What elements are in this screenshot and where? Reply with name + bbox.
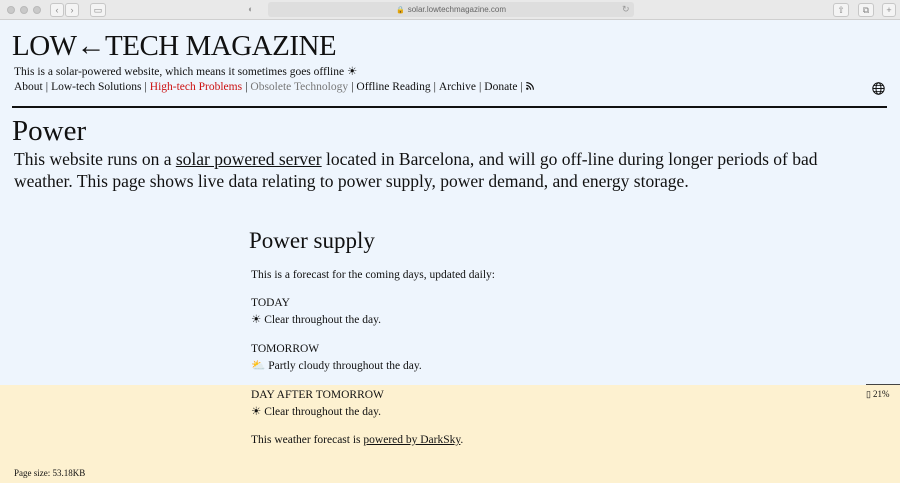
darksky-link[interactable]: powered by DarkSky	[363, 434, 460, 446]
forecast-day: TODAY	[251, 297, 290, 309]
lock-icon: 🔒	[396, 7, 405, 14]
reader-icon[interactable]: ◐	[248, 4, 253, 14]
site-tagline: This is a solar-powered website, which m…	[14, 66, 358, 78]
nav-separator: |	[144, 81, 147, 93]
window-minimize-button[interactable]	[20, 6, 28, 14]
forecast-credit: This weather forecast is powered by Dark…	[251, 432, 463, 448]
main-nav: About | Low-tech Solutions | High-tech Probl…	[14, 81, 534, 93]
section-heading: Power supply	[249, 228, 375, 253]
back-button[interactable]: ‹	[50, 3, 64, 17]
intro-text: This website runs on a	[14, 149, 176, 169]
battery-icon: ▯	[866, 389, 871, 399]
address-bar[interactable]: 🔒 solar.lowtechmagazine.com	[268, 2, 634, 17]
window-close-button[interactable]	[7, 6, 15, 14]
nav-separator: |	[478, 81, 482, 93]
rss-icon[interactable]	[525, 81, 534, 93]
reload-icon[interactable]: ↻	[622, 4, 630, 15]
battery-level-marker	[866, 384, 900, 385]
forecast-tomorrow: TOMORROW ⛅ Partly cloudy throughout the …	[251, 341, 422, 374]
nav-separator: |	[245, 81, 248, 93]
battery-percent: 21%	[872, 389, 890, 399]
forecast-condition: Partly cloudy throughout the day.	[268, 360, 422, 372]
nav-item-obsolete-technology[interactable]: Obsolete Technology	[250, 81, 348, 93]
credit-text: .	[460, 434, 464, 446]
forecast-description: This is a forecast for the coming days, …	[251, 269, 495, 281]
battery-indicator: ▯ 21%	[866, 389, 889, 400]
header-divider	[12, 106, 887, 108]
nav-item-low-tech-solutions[interactable]: Low-tech Solutions	[51, 81, 141, 93]
partly-cloudy-icon: ⛅	[251, 360, 266, 372]
site-title[interactable]: LOW←TECH MAGAZINE	[12, 30, 337, 62]
globe-icon[interactable]	[872, 82, 885, 95]
nav-item-about[interactable]: About	[14, 81, 43, 93]
new-tab-icon[interactable]: +	[882, 3, 896, 17]
browser-toolbar: ‹ › ▭ ◐ 🔒 solar.lowtechmagazine.com ↻ ⇧ ⧉…	[0, 0, 900, 20]
nav-item-offline-reading[interactable]: Offline Reading	[356, 81, 430, 93]
credit-text: This weather forecast is	[251, 434, 364, 446]
forecast-today: TODAY ☀ Clear throughout the day.	[251, 295, 381, 328]
forecast-condition: Clear throughout the day.	[264, 406, 381, 418]
share-icon[interactable]: ⇧	[833, 3, 849, 17]
nav-item-archive[interactable]: Archive	[439, 81, 476, 93]
nav-item-donate[interactable]: Donate	[484, 81, 517, 93]
forecast-day-after-tomorrow: DAY AFTER TOMORROW ☀ Clear throughout th…	[251, 387, 384, 420]
tabs-icon[interactable]: ⧉	[858, 3, 874, 17]
nav-separator: |	[433, 81, 436, 93]
page-title: Power	[12, 115, 87, 147]
forecast-condition: Clear throughout the day.	[264, 314, 381, 326]
nav-separator: |	[45, 81, 49, 93]
solar-server-link[interactable]: solar powered server	[176, 149, 322, 169]
page-size-indicator: Page size: 53.18KB	[14, 468, 86, 478]
nav-separator: |	[520, 81, 523, 93]
nav-separator: |	[351, 81, 354, 93]
url-text: solar.lowtechmagazine.com	[407, 5, 506, 14]
page-intro: This website runs on a solar powered ser…	[14, 148, 874, 192]
window-zoom-button[interactable]	[33, 6, 41, 14]
sun-icon: ☀	[251, 406, 262, 418]
power-supply-section: Power supply This is a forecast for the …	[249, 226, 670, 446]
nav-item-high-tech-problems[interactable]: High-tech Problems	[150, 81, 242, 93]
forecast-day: TOMORROW	[251, 343, 320, 355]
forecast-day: DAY AFTER TOMORROW	[251, 389, 384, 401]
sidebar-icon[interactable]: ▭	[90, 3, 106, 17]
forward-button[interactable]: ›	[65, 3, 79, 17]
sun-icon: ☀	[251, 314, 262, 326]
